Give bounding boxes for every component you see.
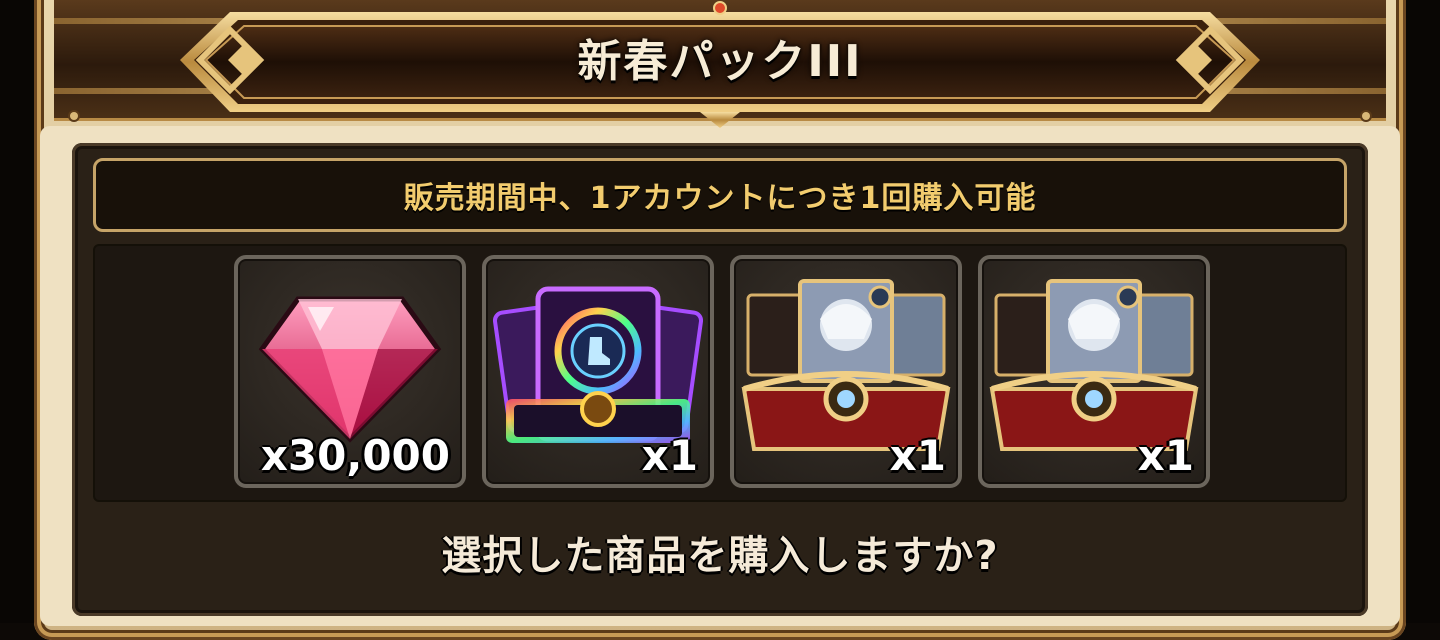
purchase-limit-notice: 販売期間中、1アカウントにつき1回購入可能 [93, 158, 1347, 232]
dialog-title: 新春パックIII [577, 36, 863, 87]
item-quantity: x1 [1137, 431, 1194, 480]
item-slot-character-chest[interactable]: x1 [978, 255, 1210, 488]
item-quantity: x1 [641, 431, 698, 480]
purchase-confirm-question: 選択した商品を購入しますか? [441, 533, 999, 579]
rivet [70, 112, 78, 120]
item-slot-gem[interactable]: x30,000 [234, 255, 466, 488]
item-slot-card-pack[interactable]: x1 [482, 255, 714, 488]
item-quantity: x1 [889, 431, 946, 480]
screen-edge-right [1406, 0, 1440, 623]
item-quantity: x30,000 [260, 431, 450, 480]
item-slot-character-chest[interactable]: x1 [730, 255, 962, 488]
screen-edge-left [0, 0, 34, 623]
rivet [1362, 112, 1370, 120]
